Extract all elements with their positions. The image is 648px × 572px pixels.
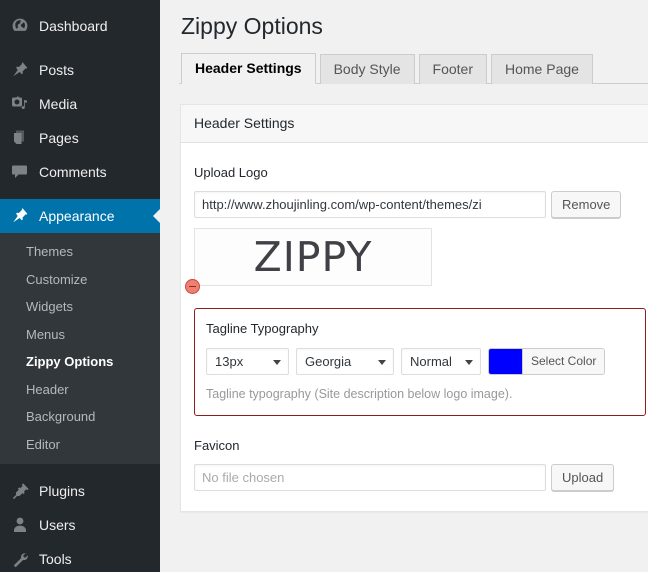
sidebar-subitem-background[interactable]: Background (0, 403, 160, 431)
sidebar-item-label: Comments (39, 164, 107, 180)
sidebar-item-posts[interactable]: Posts (0, 53, 160, 87)
favicon-file-input[interactable]: No file chosen (194, 464, 546, 491)
tab-home-page[interactable]: Home Page (491, 54, 593, 84)
appearance-brush-icon (10, 206, 30, 226)
sidebar-subitem-menus[interactable]: Menus (0, 321, 160, 349)
tab-footer[interactable]: Footer (418, 54, 487, 84)
logo-wordmark: ZIPPY (253, 232, 373, 281)
sidebar-subitem-header[interactable]: Header (0, 376, 160, 404)
sidebar-item-plugins[interactable]: Plugins (0, 474, 160, 508)
sidebar-item-label: Pages (39, 130, 79, 146)
tab-header-settings[interactable]: Header Settings (181, 53, 316, 84)
sidebar-item-label: Plugins (39, 483, 85, 500)
chevron-down-icon (465, 360, 473, 365)
settings-panel: Header Settings Upload Logo http://www.z… (180, 104, 648, 512)
upload-logo-row: http://www.zhoujinling.com/wp-content/th… (194, 191, 646, 218)
plugins-plug-icon (10, 481, 30, 501)
sidebar-item-comments[interactable]: Comments (0, 155, 160, 189)
admin-sidebar: Dashboard Posts Media Pages Comments App… (0, 0, 160, 572)
sidebar-subitem-widgets[interactable]: Widgets (0, 293, 160, 321)
favicon-row: No file chosen Upload (194, 464, 646, 491)
sidebar-subitem-editor[interactable]: Editor (0, 431, 160, 459)
pages-icon (10, 128, 30, 148)
tagline-typography-controls: 13px Georgia Normal Select Color (206, 348, 634, 375)
chevron-down-icon (273, 360, 281, 365)
tagline-typography-label: Tagline Typography (206, 321, 319, 336)
sidebar-item-label: Dashboard (39, 18, 108, 34)
favicon-label: Favicon (194, 438, 240, 453)
logo-url-input[interactable]: http://www.zhoujinling.com/wp-content/th… (194, 191, 546, 218)
posts-pin-icon (10, 60, 30, 80)
comments-icon (10, 162, 30, 182)
sidebar-item-appearance[interactable]: Appearance (0, 199, 160, 233)
panel-body: Upload Logo http://www.zhoujinling.com/w… (181, 143, 648, 511)
media-icon (10, 94, 30, 114)
sidebar-item-label: Users (39, 517, 76, 534)
users-icon (10, 515, 30, 535)
logo-preview-wrapper: ZIPPY (185, 228, 432, 294)
favicon-upload-button[interactable]: Upload (551, 464, 615, 491)
sidebar-item-label: Appearance (39, 208, 115, 224)
page-title: Zippy Options (181, 13, 323, 39)
upload-logo-label: Upload Logo (194, 165, 268, 180)
font-weight-select[interactable]: Normal (401, 348, 481, 375)
select-color-button[interactable]: Select Color (522, 349, 605, 374)
font-family-select[interactable]: Georgia (296, 348, 394, 375)
tools-wrench-icon (10, 549, 30, 569)
active-menu-arrow-icon (153, 208, 160, 224)
favicon-field: Favicon No file chosen Upload (194, 416, 646, 491)
remove-logo-button[interactable]: Remove (551, 191, 622, 218)
sidebar-item-pages[interactable]: Pages (0, 121, 160, 155)
sidebar-item-label: Posts (39, 62, 75, 78)
tab-bar: Header Settings Body Style Footer Home Page (179, 53, 648, 84)
color-swatch[interactable] (489, 349, 522, 374)
sidebar-subitem-customize[interactable]: Customize (0, 266, 160, 294)
font-size-select[interactable]: 13px (206, 348, 289, 375)
admin-screen: Dashboard Posts Media Pages Comments App… (0, 0, 648, 572)
color-picker[interactable]: Select Color (488, 348, 606, 375)
sidebar-item-label: Tools (39, 551, 72, 568)
sidebar-subitem-zippy-options[interactable]: Zippy Options (0, 348, 160, 376)
panel-heading: Header Settings (181, 105, 648, 143)
remove-logo-badge-icon[interactable] (185, 279, 200, 294)
dashboard-icon (10, 16, 30, 36)
sidebar-item-tools[interactable]: Tools (0, 542, 160, 572)
sidebar-item-media[interactable]: Media (0, 87, 160, 121)
tab-body-style[interactable]: Body Style (319, 54, 415, 84)
sidebar-item-dashboard[interactable]: Dashboard (0, 9, 160, 43)
chevron-down-icon (378, 360, 386, 365)
logo-preview-image: ZIPPY (194, 228, 432, 286)
tagline-typography-help: Tagline typography (Site description bel… (206, 387, 513, 401)
sidebar-item-users[interactable]: Users (0, 508, 160, 542)
upload-logo-field: Upload Logo http://www.zhoujinling.com/w… (185, 143, 646, 294)
sidebar-item-label: Media (39, 96, 78, 112)
tagline-typography-box: Tagline Typography 13px Georgia Normal S… (194, 308, 646, 416)
sidebar-subitem-themes[interactable]: Themes (0, 238, 160, 266)
appearance-submenu: Themes Customize Widgets Menus Zippy Opt… (0, 233, 160, 465)
